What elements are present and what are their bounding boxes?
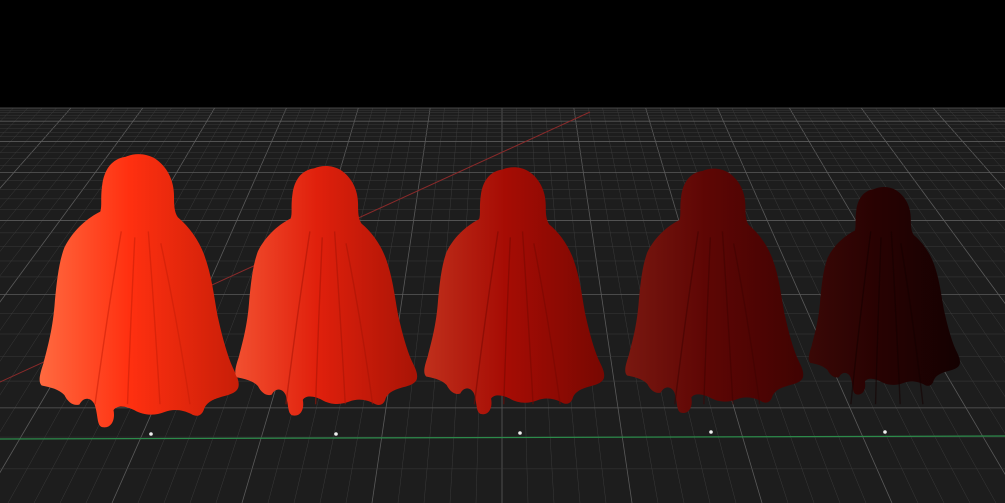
pivot-marker-2 [334, 432, 338, 436]
pivot-marker-5 [883, 430, 887, 434]
pivot-marker-4 [709, 430, 713, 434]
viewport-scene[interactable] [0, 0, 1005, 503]
pivot-marker-1 [149, 432, 153, 436]
pivot-marker-3 [518, 431, 522, 435]
3d-viewport[interactable] [0, 0, 1005, 503]
